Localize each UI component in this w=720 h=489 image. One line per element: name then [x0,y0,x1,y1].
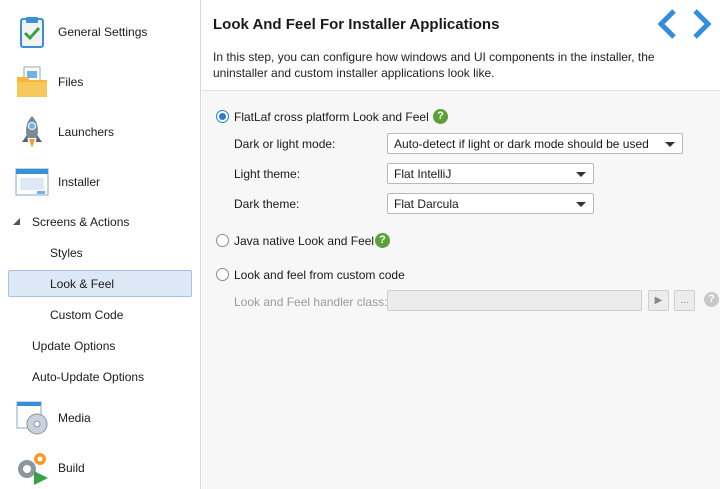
sidebar-item-label: Files [58,75,84,89]
sidebar-item-label: Update Options [32,338,116,353]
sidebar-item-installer[interactable]: Installer [0,157,201,207]
native-laf-label[interactable]: Java native Look and Feel [234,234,374,248]
media-disc-icon [16,401,48,435]
mode-select-value: Auto-detect if light or dark mode should… [394,137,649,151]
page-title: Look And Feel For Installer Applications [213,16,500,33]
sidebar-item-label: Styles [50,245,83,260]
handler-class-input[interactable] [387,290,642,311]
light-theme-select[interactable]: Flat IntelliJ [387,163,594,184]
native-help-icon[interactable]: ? [375,233,390,248]
sidebar-item-label: Installer [58,175,101,189]
sidebar-item-build[interactable]: Build [0,443,201,489]
light-theme-label: Light theme: [234,167,301,181]
chevron-right-icon[interactable] [687,8,717,40]
sidebar-item-label: Media [58,411,91,425]
custom-laf-radio[interactable] [216,268,229,281]
sidebar-item-label: Launchers [58,125,115,139]
chevron-left-icon[interactable] [652,8,682,40]
mode-label: Dark or light mode: [234,137,336,151]
collapse-triangle-icon[interactable] [13,218,20,225]
browse-button[interactable]: ... [674,290,695,311]
dark-theme-value: Flat Darcula [394,197,459,211]
custom-laf-label[interactable]: Look and feel from custom code [234,268,405,282]
mode-select[interactable]: Auto-detect if light or dark mode should… [387,133,683,154]
sidebar-item-label: Custom Code [50,307,124,322]
chevron-down-icon [576,202,586,207]
main-panel: Look And Feel For Installer Applications… [202,0,720,489]
sidebar-item-media[interactable]: Media [0,393,201,443]
flatlaf-help-icon[interactable]: ? [433,109,448,124]
page-description: In this step, you can configure how wind… [213,50,655,80]
handler-class-label: Look and Feel handler class: [234,295,388,309]
play-icon: ▶ [654,295,663,306]
folder-files-icon [17,66,47,97]
clipboard-check-icon [20,17,44,48]
sidebar-item-screens-actions[interactable]: Screens & Actions [0,206,201,237]
sidebar-item-update-options[interactable]: Update Options [0,330,201,361]
flatlaf-label[interactable]: FlatLaf cross platform Look and Feel [234,110,429,124]
sidebar-item-label: Screens & Actions [32,214,130,229]
sidebar-item-general-settings[interactable]: General Settings [0,7,201,57]
dark-theme-select[interactable]: Flat Darcula [387,193,594,214]
sidebar-item-label: Look & Feel [50,276,115,291]
sidebar-item-label: Build [58,461,85,475]
chevron-down-icon [665,142,675,147]
installer-window-icon [15,168,49,196]
chevron-down-icon [576,172,586,177]
run-button[interactable]: ▶ [648,290,669,311]
header: Look And Feel For Installer Applications… [202,0,720,91]
flatlaf-radio[interactable] [216,110,229,123]
sidebar-item-label: Auto-Update Options [32,369,145,384]
sidebar-item-auto-update-options[interactable]: Auto-Update Options [0,361,201,392]
dark-theme-label: Dark theme: [234,197,300,211]
native-laf-radio[interactable] [216,234,229,247]
sidebar-item-look-feel[interactable]: Look & Feel [0,268,201,299]
sidebar-item-launchers[interactable]: Launchers [0,107,201,157]
sidebar-item-custom-code[interactable]: Custom Code [0,299,201,330]
sidebar-item-files[interactable]: Files [0,57,201,107]
rocket-icon [22,116,42,148]
sidebar-item-styles[interactable]: Styles [0,237,201,268]
sidebar: General Settings Files Launchers Install… [0,0,201,489]
light-theme-value: Flat IntelliJ [394,167,452,181]
build-gears-icon [18,453,48,485]
custom-help-icon: ? [704,292,719,307]
sidebar-item-label: General Settings [58,25,148,39]
